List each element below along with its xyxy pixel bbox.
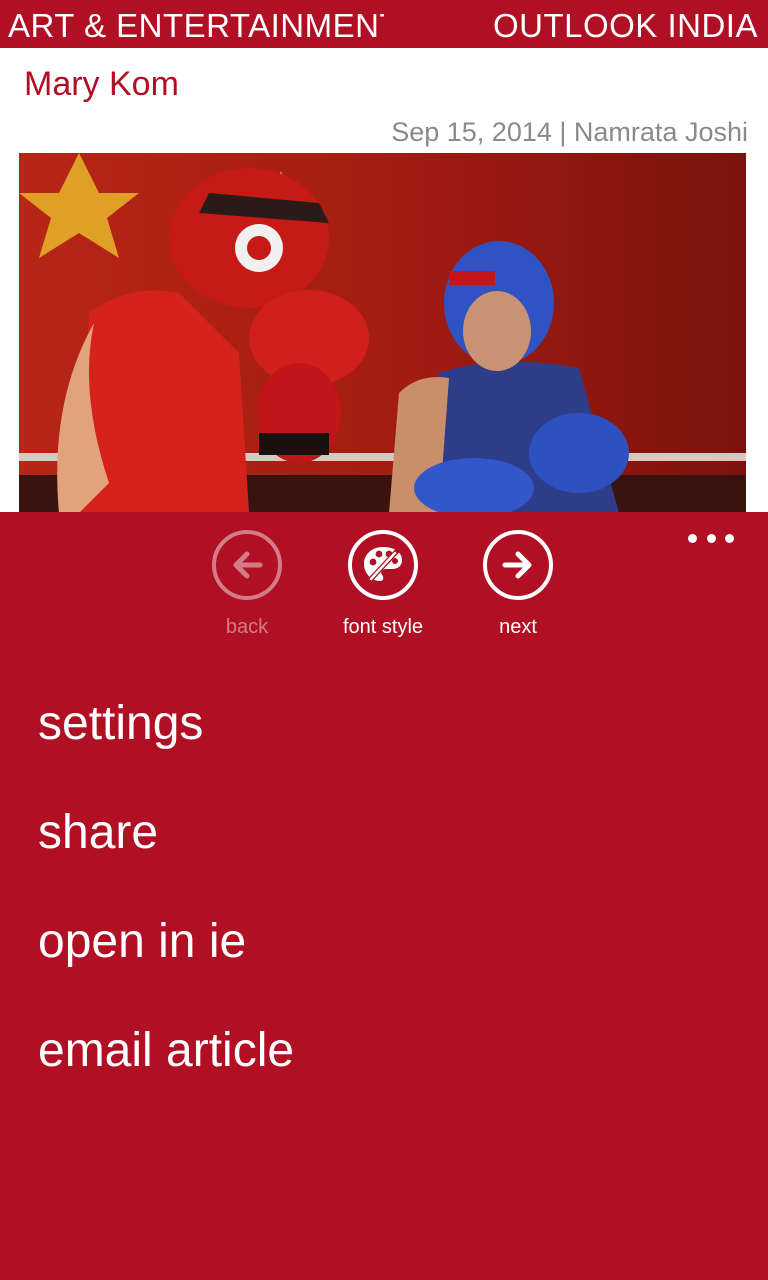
brand-title: OUTLOOK INDIA <box>492 7 758 44</box>
article-title: Mary Kom <box>24 65 179 103</box>
article-date: Sep 15, 2014 <box>391 117 552 147</box>
menu-item-settings[interactable]: settings <box>38 694 203 754</box>
back-button[interactable]: back <box>177 530 317 640</box>
font-style-button[interactable]: font style <box>313 530 453 640</box>
arrow-right-icon <box>483 530 553 600</box>
menu-item-share[interactable]: share <box>38 803 158 863</box>
arrow-left-icon <box>212 530 282 600</box>
next-button[interactable]: next <box>448 530 588 640</box>
font-style-label: font style <box>342 616 424 638</box>
article-photo <box>19 153 746 513</box>
back-label: back <box>225 616 269 638</box>
boxing-photo <box>19 153 746 513</box>
article-author: Namrata Joshi <box>573 117 748 147</box>
section-title: ART & ENTERTAINMENT <box>8 7 384 44</box>
next-label: next <box>499 616 537 638</box>
palette-icon <box>348 530 418 600</box>
top-bar: ART & ENTERTAINMENT OUTLOOK INDIA <box>0 0 768 48</box>
menu-item-open-in-ie[interactable]: open in ie <box>38 912 246 972</box>
more-options-icon[interactable] <box>688 530 734 546</box>
byline: Sep 15, 2014 | Namrata Joshi <box>391 114 748 150</box>
byline-separator: | <box>559 117 567 147</box>
application-bar: back font style next settings share open… <box>0 512 768 1280</box>
menu-item-email-article[interactable]: email article <box>38 1021 294 1081</box>
